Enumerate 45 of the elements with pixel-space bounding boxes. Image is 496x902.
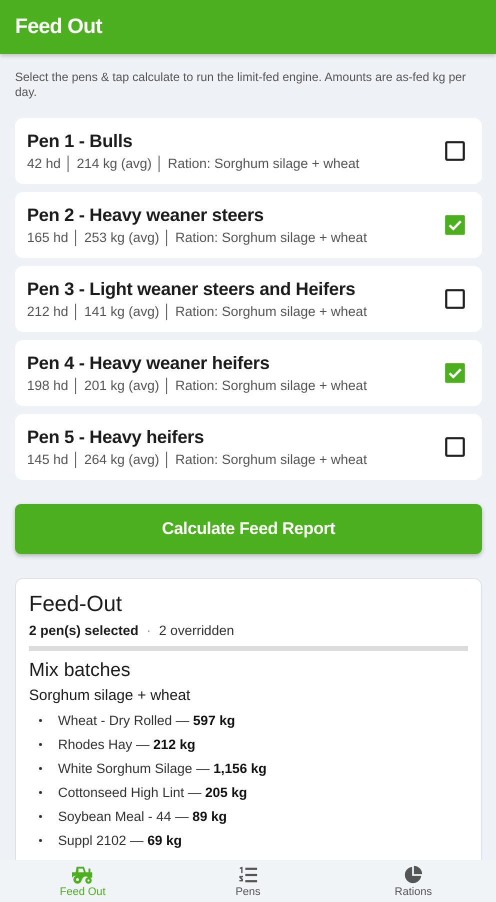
separator-dot: · [146, 623, 152, 638]
pen-card[interactable]: Pen 3 - Light weaner steers and Heifers 212 hd │ 141 kg (avg) │ Ration: Sorghum silage + wheat [15, 266, 482, 332]
pie-chart-icon [402, 864, 424, 884]
ration-name: Sorghum silage + wheat [29, 687, 192, 704]
pen-details: 212 hd │ 141 kg (avg) │ Ration: Sorghum silage + wheat [27, 304, 367, 319]
ingredient-amount: Rhodes Hay — 212 kg [58, 736, 196, 752]
pen-card[interactable]: Pen 2 - Heavy weaner steers 165 hd │ 253 kg (avg) │ Ration: Sorghum silage + wheat [15, 192, 482, 258]
pen-card[interactable]: Pen 4 - Heavy weaner heifers 198 hd │ 201 kg (avg) │ Ration: Sorghum silage + wheat [15, 340, 482, 406]
selected-count: 2 pen(s) selected [29, 623, 139, 638]
pen-name: Pen 1 - Bulls [27, 131, 134, 152]
bullet-icon [39, 742, 42, 746]
nav-tab[interactable]: Pens [165, 860, 331, 902]
overridden-count: 2 overridden [159, 623, 234, 638]
intro-text: Select the pens & tap calculate to run the limit-fed engine. Amounts are as-fed kg per day. [15, 70, 467, 100]
checkbox-checked-icon[interactable] [444, 362, 466, 384]
pen-card[interactable]: Pen 5 - Heavy heifers 145 hd │ 264 kg (avg) │ Ration: Sorghum silage + wheat [15, 414, 482, 480]
checkbox[interactable] [444, 140, 466, 162]
report-title: Feed-Out [29, 591, 123, 617]
checkbox[interactable] [444, 436, 466, 458]
pen-card[interactable]: Pen 1 - Bulls 42 hd │ 214 kg (avg) │ Ration: Sorghum silage + wheat [15, 118, 482, 184]
pen-details: 42 hd │ 214 kg (avg) │ Ration: Sorghum silage + wheat [27, 156, 360, 171]
pen-name: Pen 3 - Light weaner steers and Heifers [27, 279, 356, 300]
bullet-icon [39, 838, 42, 842]
nav-tab[interactable]: Rations [330, 860, 496, 902]
pen-name: Pen 2 - Heavy weaner steers [27, 205, 265, 226]
bullet-icon [39, 814, 42, 818]
ingredient-amount: Cottonseed High Lint — 205 kg [58, 784, 248, 800]
bullet-icon [39, 766, 42, 770]
pen-name: Pen 5 - Heavy heifers [27, 427, 205, 448]
bullet-icon [39, 790, 42, 794]
bullet-icon [39, 718, 42, 722]
ingredient-amount: Suppl 2102 — 69 kg [58, 832, 182, 848]
numbered-list-icon [236, 864, 259, 884]
section-title: Mix batches [29, 660, 132, 682]
pen-details: 145 hd │ 264 kg (avg) │ Ration: Sorghum silage + wheat [27, 452, 367, 467]
app-title: Feed Out [15, 15, 102, 39]
ingredient-amount: Wheat - Dry Rolled — 597 kg [58, 712, 236, 728]
checkbox-checked-icon[interactable] [444, 214, 466, 236]
pen-name: Pen 4 - Heavy weaner heifers [27, 353, 271, 374]
pen-details: 165 hd │ 253 kg (avg) │ Ration: Sorghum silage + wheat [27, 230, 367, 245]
pen-details: 198 hd │ 201 kg (avg) │ Ration: Sorghum silage + wheat [27, 378, 367, 393]
ingredient-amount: White Sorghum Silage — 1,156 kg [58, 760, 267, 776]
ingredient-amount: Soybean Meal - 44 — 89 kg [58, 808, 227, 824]
tractor-icon [72, 864, 94, 884]
checkbox[interactable] [444, 288, 466, 310]
